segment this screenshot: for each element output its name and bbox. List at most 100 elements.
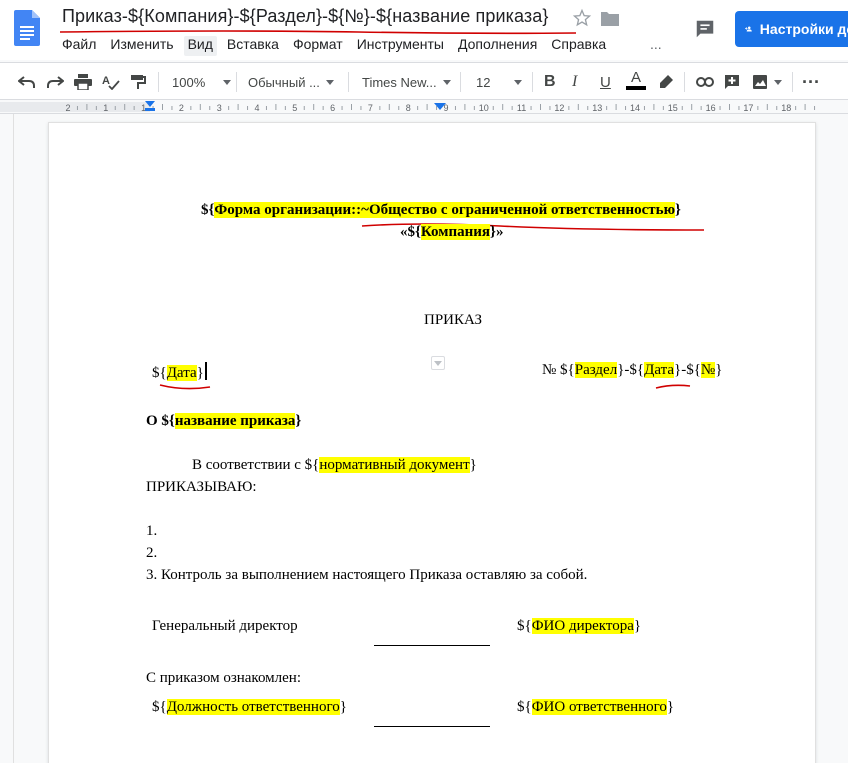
responsible-name-field: ФИО ответственного [531, 699, 667, 715]
menu-file[interactable]: Файл [62, 36, 96, 56]
list-item-3[interactable]: 3. Контроль за выполнением настоящего Пр… [146, 567, 587, 584]
placeholder-brace: } [715, 362, 723, 378]
document-title[interactable]: Приказ-${Компания}-${Раздел}-${№}-${назв… [62, 6, 548, 27]
order-name-field: название приказа [174, 413, 296, 429]
undo-button[interactable] [18, 71, 36, 93]
director-name-line[interactable]: ${ФИО директора} [517, 618, 641, 635]
ruler-number: 8 [406, 103, 411, 113]
menu-format[interactable]: Формат [293, 36, 343, 56]
director-signature-line [374, 645, 490, 646]
number-date-field: Дата [644, 362, 675, 378]
company-field: Компания [420, 224, 491, 240]
date-line[interactable]: ${Дата} [152, 362, 207, 382]
folder-icon[interactable] [600, 10, 620, 28]
menu-insert[interactable]: Вставка [227, 36, 279, 56]
menu-bar: Файл Изменить Вид Вставка Формат Инструм… [62, 36, 620, 56]
order-subject-line[interactable]: О ${название приказа} [146, 413, 301, 430]
underline-button[interactable]: U [600, 71, 611, 93]
menu-view[interactable]: Вид [183, 36, 217, 56]
ruler-number: 13 [592, 103, 602, 113]
person-add-icon [745, 26, 752, 32]
chevron-down-icon [514, 79, 523, 85]
text-color-button[interactable]: A [626, 69, 646, 91]
placeholder-brace: ${ [517, 699, 532, 715]
order-heading[interactable]: ПРИКАЗ [424, 312, 482, 329]
font-size-value: 12 [476, 74, 491, 90]
comment-icon[interactable] [694, 18, 716, 40]
order-number-line[interactable]: № ${Раздел}-${Дата}-${№} [542, 362, 722, 379]
paint-format-button[interactable] [130, 71, 146, 93]
text-cursor [204, 362, 207, 380]
print-icon [74, 74, 92, 90]
vertical-ruler[interactable] [0, 114, 14, 763]
insert-link-button[interactable] [696, 71, 714, 93]
font-select[interactable]: Times New... [362, 71, 451, 93]
italic-button[interactable]: I [572, 71, 577, 93]
toolbar-divider [348, 72, 349, 92]
print-button[interactable] [74, 71, 92, 93]
font-value: Times New... [362, 74, 437, 90]
ruler-number: 2 [65, 103, 70, 113]
chevron-down-icon [442, 79, 451, 85]
highlight-button[interactable] [658, 71, 674, 93]
regulatory-document-field: нормативный документ [319, 457, 470, 473]
share-button[interactable]: Настройки до [735, 11, 848, 47]
star-icon[interactable] [572, 8, 592, 28]
ruler-number: 14 [630, 103, 640, 113]
ruler-number: 12 [554, 103, 564, 113]
director-label[interactable]: Генеральный директор [152, 618, 298, 635]
ruler-number: 5 [292, 103, 297, 113]
app-header: Приказ-${Компания}-${Раздел}-${№}-${назв… [0, 0, 848, 60]
menu-more[interactable]: ... [650, 36, 662, 52]
horizontal-ruler[interactable]: 2 1 1 2 3 4 5 6 7 8 9 10 11 12 13 14 15 16 17 18 [0, 100, 848, 114]
number-date-annotation-underline [655, 384, 691, 389]
order-word[interactable]: ПРИКАЗЫВАЮ: [146, 479, 257, 496]
svg-text:A: A [102, 75, 110, 87]
placeholder-brace: } [633, 618, 642, 634]
menu-addons[interactable]: Дополнения [458, 36, 537, 56]
redo-button[interactable] [46, 71, 64, 93]
list-item-2[interactable]: 2. [146, 545, 157, 562]
insert-image-button[interactable] [752, 71, 782, 93]
bold-icon: B [544, 73, 556, 90]
responsible-position-field: Должность ответственного [166, 699, 340, 715]
ruler-number: 16 [706, 103, 716, 113]
section-field: Раздел [574, 362, 618, 378]
more-button[interactable]: ··· [802, 71, 820, 93]
zoom-select[interactable]: 100% [172, 71, 232, 93]
spellcheck-button[interactable]: A [102, 71, 120, 93]
responsible-name-line[interactable]: ${ФИО ответственного} [517, 699, 674, 716]
org-form-field: Форма организации::~Общество с ограничен… [214, 202, 676, 218]
share-button-label: Настройки до [759, 21, 848, 37]
placeholder-brace: ${ [517, 618, 532, 634]
list-item-1[interactable]: 1. [146, 523, 157, 540]
company-line[interactable]: «${Компания}» [400, 224, 503, 241]
undo-icon [18, 76, 35, 88]
ruler-number: 15 [668, 103, 678, 113]
basis-line[interactable]: В соответствии с ${нормативный документ} [192, 457, 477, 474]
font-size-select[interactable]: 12 [476, 71, 523, 93]
style-select[interactable]: Обычный ... [248, 71, 334, 93]
placeholder-brace: } [339, 699, 347, 715]
docs-logo-icon[interactable] [14, 10, 40, 46]
menu-tools[interactable]: Инструменты [357, 36, 444, 56]
google-docs-window: Приказ-${Компания}-${Раздел}-${№}-${назв… [0, 0, 848, 763]
menu-edit[interactable]: Изменить [110, 36, 173, 56]
title-annotation-underline [59, 30, 577, 35]
bold-button[interactable]: B [544, 71, 556, 93]
org-form-line[interactable]: ${Форма организации::~Общество с огранич… [201, 202, 681, 219]
placeholder-brace: } [295, 413, 302, 429]
placeholder-brace: }-${ [617, 362, 645, 378]
responsible-position-line[interactable]: ${Должность ответственного} [152, 699, 347, 716]
menu-help[interactable]: Справка [551, 36, 606, 56]
ruler-number: 4 [254, 103, 259, 113]
insert-comment-button[interactable] [724, 71, 740, 93]
ruler-number: 2 [179, 103, 184, 113]
toolbar-divider [532, 72, 533, 92]
table-cell-dropdown[interactable] [431, 356, 445, 370]
acquainted-label[interactable]: С приказом ознакомлен: [146, 670, 301, 687]
subject-prefix: О ${ [146, 413, 175, 429]
placeholder-brace: } [666, 699, 675, 715]
toolbar-divider [236, 72, 237, 92]
chevron-down-icon [223, 79, 232, 85]
